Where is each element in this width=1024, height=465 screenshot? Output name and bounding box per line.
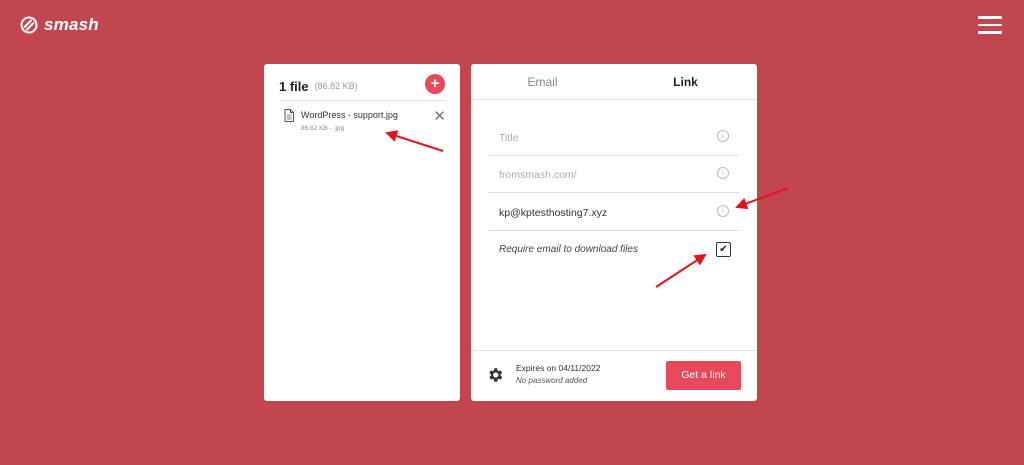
tabs: Email Link (471, 64, 757, 100)
file-name: WordPress - support.jpg (301, 110, 398, 120)
require-email-row: Require email to download files ✔ (499, 242, 731, 258)
plus-icon: + (430, 75, 440, 92)
email-field[interactable]: kp@kptesthosting7.xyz i (489, 194, 739, 231)
require-email-label: Require email to download files (499, 244, 638, 255)
get-link-button[interactable]: Get a link (666, 361, 741, 390)
hamburger-menu-icon[interactable] (978, 16, 1002, 36)
divider (279, 100, 445, 101)
divider (471, 99, 757, 100)
files-total-size: (86.82 KB) (314, 81, 358, 91)
files-count: 1 file (279, 78, 309, 94)
tab-email[interactable]: Email (471, 64, 614, 99)
custom-url-field[interactable]: fromsmash.com/ i (489, 156, 739, 193)
gear-icon[interactable] (486, 366, 504, 384)
title-placeholder: Title (499, 132, 519, 144)
email-value: kp@kptesthosting7.xyz (499, 207, 608, 219)
title-field[interactable]: Title i (489, 119, 739, 156)
file-icon (284, 109, 294, 122)
expiry-date: Expires on 04/11/2022 (516, 363, 601, 373)
info-icon[interactable]: i (717, 130, 729, 142)
transfer-panel: Email Link Title i fromsmash.com/ i kp@k… (471, 64, 757, 401)
close-icon[interactable]: ✕ (433, 109, 446, 124)
url-placeholder: fromsmash.com/ (499, 169, 577, 181)
smash-logo[interactable]: smash (20, 15, 99, 35)
tab-link[interactable]: Link (614, 64, 757, 100)
add-file-button[interactable]: + (425, 74, 445, 94)
file-list-item: WordPress - support.jpg 86.82 KB - .jpg … (284, 108, 446, 138)
divider (471, 350, 757, 351)
require-email-checkbox[interactable]: ✔ (716, 242, 731, 257)
info-icon[interactable]: i (717, 205, 729, 217)
files-panel: 1 file (86.82 KB) + WordPress - support.… (264, 64, 460, 401)
smash-logo-icon (20, 16, 38, 34)
brand-name: smash (44, 15, 99, 34)
files-header: 1 file (86.82 KB) + (279, 74, 445, 96)
file-meta: 86.82 KB - .jpg (301, 125, 344, 132)
info-icon[interactable]: i (717, 167, 729, 179)
password-status: No password added (516, 376, 588, 385)
